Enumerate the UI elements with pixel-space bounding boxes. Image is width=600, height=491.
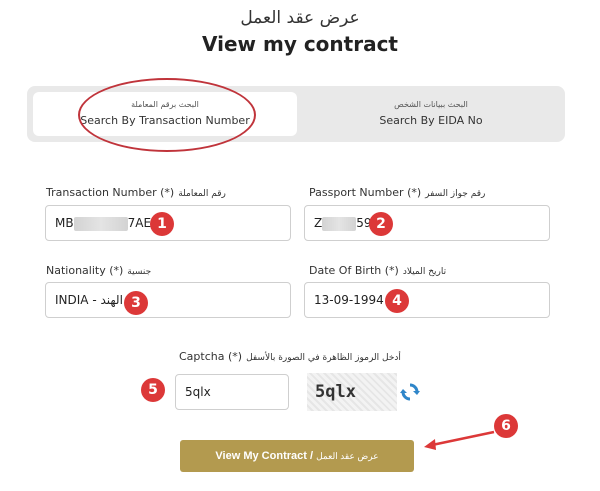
label-ar: أدخل الرموز الظاهرة في الصورة بالأسفل [246, 353, 401, 363]
pointer-arrow-icon [424, 430, 495, 450]
nationality-label: Nationality (*) جنسية [46, 264, 151, 277]
step-badge-1: 1 [150, 212, 174, 236]
label-en: Date Of Birth (*) [309, 264, 399, 277]
view-my-contract-button[interactable]: View My Contract / عرض عقد العمل [180, 440, 414, 472]
label-en: Transaction Number (*) [46, 186, 175, 199]
date-of-birth-label: Date Of Birth (*) تاريخ الميلاد [309, 264, 446, 277]
transaction-number-label: Transaction Number (*) رقم المعاملة [46, 186, 226, 199]
step-badge-3: 3 [124, 291, 148, 315]
refresh-icon[interactable] [400, 382, 420, 402]
label-en: Nationality (*) [46, 264, 124, 277]
button-label-ar: عرض عقد العمل [316, 451, 379, 461]
captcha-image: 5qlx [307, 373, 397, 411]
captcha-input[interactable]: 5qlx [175, 374, 289, 410]
page-title: View my contract [202, 32, 398, 56]
label-en: Passport Number (*) [309, 186, 422, 199]
redacted-block [73, 216, 128, 231]
button-label-en: View My Contract / [215, 450, 314, 462]
transaction-number-prefix: MB [55, 216, 74, 230]
tab-label: Search By EIDA No [379, 114, 483, 127]
label-ar: جنسية [127, 267, 152, 277]
step-badge-4: 4 [385, 289, 409, 313]
highlight-oval [78, 78, 256, 152]
passport-number-label: Passport Number (*) رقم جواز السفر [309, 186, 485, 199]
captcha-label: Captcha (*) أدخل الرموز الظاهرة في الصورة… [179, 350, 401, 363]
label-ar: رقم جواز السفر [425, 189, 486, 199]
nationality-select[interactable]: INDIA - الهند [45, 282, 291, 318]
tab-label-arabic: البحث ببيانات الشخص [394, 100, 468, 109]
step-badge-5: 5 [141, 378, 165, 402]
label-ar: رقم المعاملة [178, 189, 226, 199]
page-title-arabic: عرض عقد العمل [240, 8, 360, 28]
tab-search-by-eida[interactable]: البحث ببيانات الشخص Search By EIDA No [302, 92, 560, 136]
step-badge-6: 6 [494, 414, 518, 438]
transaction-number-suffix: 7AE [127, 216, 152, 230]
label-ar: تاريخ الميلاد [402, 267, 447, 277]
label-en: Captcha (*) [179, 350, 243, 363]
step-badge-2: 2 [369, 212, 393, 236]
passport-number-prefix: Z [314, 216, 323, 230]
redacted-block [322, 216, 357, 231]
date-of-birth-field[interactable]: 13-09-1994 [304, 282, 550, 318]
passport-number-field[interactable]: Z 59 [304, 205, 550, 241]
